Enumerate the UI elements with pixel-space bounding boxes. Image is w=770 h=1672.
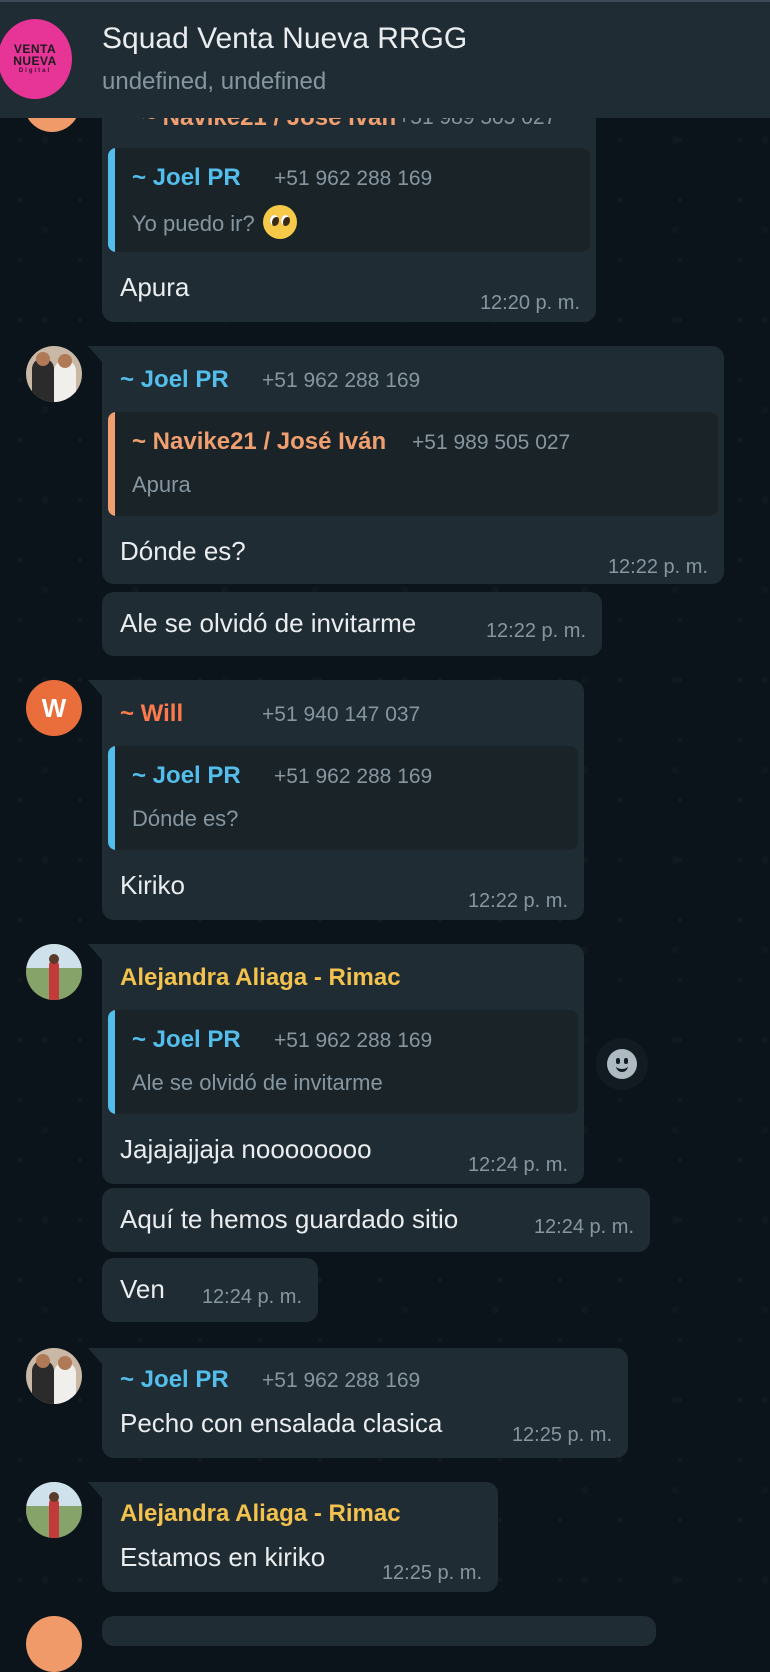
quote-text: Apura	[132, 472, 191, 497]
group-subtitle: undefined, undefined	[102, 68, 327, 95]
message-time: 12:20 p. m.	[479, 292, 580, 314]
message-bubble[interactable]: Ven 12:24 p. m.	[102, 1258, 318, 1322]
avatar[interactable]	[26, 1482, 82, 1538]
quote-bar	[108, 1010, 115, 1114]
logo-text-line2: NUEVA	[13, 53, 57, 68]
message-time: 12:24 p. m.	[201, 1286, 302, 1308]
chat-header[interactable]: VENTA NUEVA Digital Squad Venta Nueva RR…	[0, 0, 770, 118]
message-bubble[interactable]: Ale se olvidó de invitarme 12:22 p. m.	[102, 592, 602, 656]
quoted-message[interactable]: ~ Joel PR +51 962 288 169 Ale se olvidó …	[108, 1010, 578, 1114]
message-text: Ale se olvidó de invitarme	[120, 608, 417, 638]
sender-phone: +51 962 288 169	[262, 1369, 421, 1392]
message-bubble[interactable]: Aquí te hemos guardado sitio 12:24 p. m.	[102, 1188, 650, 1252]
message-bubble[interactable]: Alejandra Aliaga - Rimac ~ Joel PR +51 9…	[88, 944, 584, 1184]
message-time: 12:25 p. m.	[381, 1562, 482, 1584]
message-bubble[interactable]	[102, 1616, 656, 1646]
message-text: Apura	[120, 272, 190, 302]
quoted-message[interactable]: ~ Joel PR +51 962 288 169 Dónde es?	[108, 746, 578, 850]
message-time: 12:24 p. m.	[533, 1216, 634, 1238]
smiley-icon	[607, 1049, 637, 1079]
message-bubble[interactable]: Alejandra Aliaga - Rimac Estamos en kiri…	[88, 1482, 498, 1592]
message-text: Estamos en kiriko	[120, 1542, 326, 1572]
pleading-face-emoji	[262, 205, 297, 239]
message-text: Pecho con ensalada clasica	[120, 1408, 443, 1438]
avatar[interactable]	[26, 346, 82, 402]
message-time: 12:22 p. m.	[485, 620, 586, 642]
avatar[interactable]	[26, 1348, 82, 1404]
group-avatar[interactable]: VENTA NUEVA Digital	[0, 19, 72, 99]
quote-sender: ~ Joel PR	[132, 762, 241, 789]
sender-phone: +51 940 147 037	[262, 703, 421, 726]
sender-phone: +51 962 288 169	[262, 369, 421, 392]
message-bubble[interactable]: ~ Joel PR +51 962 288 169 ~ Navike21 / J…	[88, 346, 724, 584]
message-text: Kiriko	[120, 870, 186, 900]
message-time: 12:22 p. m.	[607, 556, 708, 578]
message-text: Dónde es?	[120, 536, 246, 566]
quote-bar	[108, 746, 115, 850]
quote-text: Yo puedo ir?	[132, 205, 297, 242]
message-time: 12:25 p. m.	[511, 1424, 612, 1446]
react-emoji-button[interactable]	[596, 1038, 648, 1090]
quote-text: Ale se olvidó de invitarme	[132, 1070, 383, 1095]
sender-name[interactable]: ~ Joel PR	[120, 366, 229, 394]
quote-sender: ~ Joel PR	[132, 1026, 241, 1053]
quote-sender: ~ Navike21 / José Iván	[132, 428, 387, 455]
avatar[interactable]	[26, 1616, 82, 1672]
message-time: 12:24 p. m.	[467, 1154, 568, 1176]
message-text: Aquí te hemos guardado sitio	[120, 1204, 459, 1234]
sender-name[interactable]: ~ Joel PR	[120, 1366, 229, 1394]
quote-bar	[108, 148, 115, 252]
quote-phone: +51 989 505 027	[412, 431, 571, 454]
message-bubble[interactable]: ~ Joel PR +51 962 288 169 Pecho con ensa…	[88, 1348, 628, 1458]
quote-phone: +51 962 288 169	[274, 1029, 433, 1052]
quote-sender: ~ Joel PR	[132, 164, 241, 191]
sender-name[interactable]: Alejandra Aliaga - Rimac	[120, 1500, 401, 1528]
message-text: Jajajajjaja noooooooo	[120, 1134, 372, 1164]
quoted-message[interactable]: ~ Navike21 / José Iván +51 989 505 027 A…	[108, 412, 718, 516]
message-text: Ven	[120, 1274, 165, 1304]
sender-name[interactable]: ~ Will	[120, 700, 183, 728]
logo-text-line3: Digital	[18, 67, 52, 74]
quote-phone: +51 962 288 169	[274, 765, 433, 788]
quoted-message[interactable]: ~ Joel PR +51 962 288 169 Yo puedo ir?	[108, 148, 590, 252]
message-time: 12:22 p. m.	[467, 890, 568, 912]
message-bubble[interactable]: ~ Will +51 940 147 037 ~ Joel PR +51 962…	[88, 680, 584, 920]
quote-text: Dónde es?	[132, 806, 239, 831]
sender-name[interactable]: Alejandra Aliaga - Rimac	[120, 964, 401, 992]
avatar[interactable]: W	[26, 680, 82, 736]
logo-text-line1: VENTA	[13, 41, 57, 56]
message-bubble[interactable]: ~ Navike21 / José Iván +51 989 505 027 ~…	[102, 96, 596, 322]
quote-bar	[108, 412, 115, 516]
avatar[interactable]	[26, 944, 82, 1000]
group-name[interactable]: Squad Venta Nueva RRGG	[102, 22, 467, 56]
quote-phone: +51 962 288 169	[274, 167, 433, 190]
